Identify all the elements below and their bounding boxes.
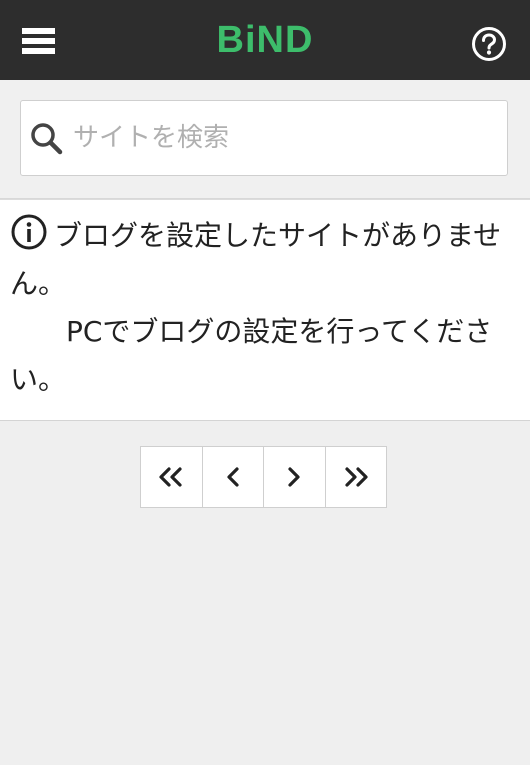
chevron-left-icon [227, 467, 239, 487]
search-section [0, 80, 530, 199]
info-circle-icon [11, 214, 47, 250]
question-circle-icon [472, 27, 506, 61]
last-page-button[interactable] [326, 447, 387, 507]
message-line-1: ブログを設定したサイトがありません。 [10, 219, 502, 300]
first-page-button[interactable] [141, 447, 203, 507]
message-text: ブログを設定したサイトがありません。 PCでブログの設定を行ってください。 [10, 212, 510, 404]
pagination [140, 446, 387, 508]
search-box[interactable] [20, 100, 508, 176]
no-blog-message: ブログを設定したサイトがありません。 PCでブログの設定を行ってください。 [0, 199, 530, 421]
brand-logo: BiND [216, 19, 314, 61]
next-page-button[interactable] [264, 447, 326, 507]
double-chevron-left-icon [159, 467, 182, 487]
search-icon [31, 123, 63, 155]
previous-page-button[interactable] [203, 447, 264, 507]
message-line-2: PCでブログの設定を行ってください。 [10, 315, 493, 396]
help-button[interactable] [465, 22, 513, 66]
double-chevron-right-icon [345, 467, 368, 487]
chevron-right-icon [288, 467, 300, 487]
top-bar: BiND [0, 0, 530, 80]
search-input[interactable] [73, 111, 493, 165]
